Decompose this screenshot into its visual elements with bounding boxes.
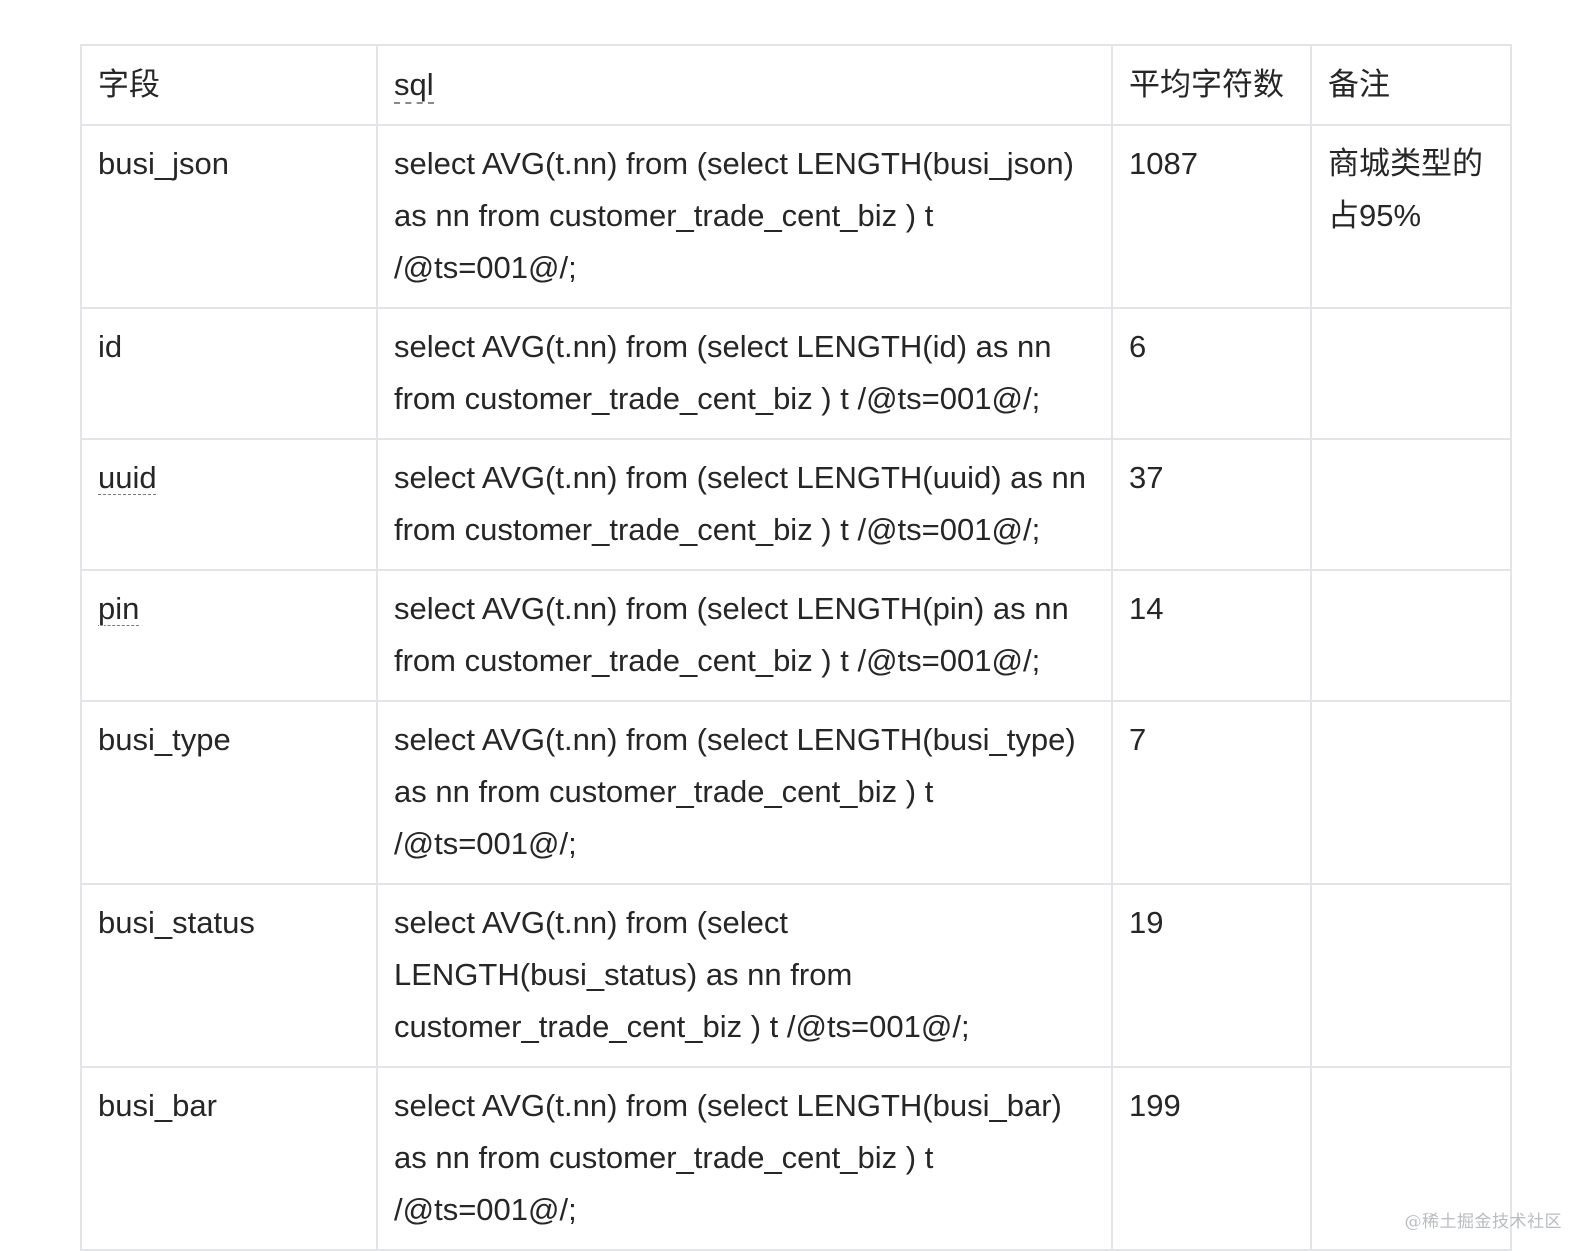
header-sql-label: sql [394, 67, 434, 104]
cell-sql: select AVG(t.nn) from (select LENGTH(bus… [376, 1066, 1113, 1251]
table-row: id select AVG(t.nn) from (select LENGTH(… [80, 307, 1512, 440]
table-header-row: 字段 sql 平均字符数 备注 [80, 44, 1512, 126]
cell-field: uuid [80, 438, 378, 571]
cell-field: busi_status [80, 883, 378, 1068]
cell-avg: 19 [1111, 883, 1312, 1068]
table-row: busi_json select AVG(t.nn) from (select … [80, 124, 1512, 309]
header-avg-chars: 平均字符数 [1111, 44, 1312, 126]
data-table-container: 字段 sql 平均字符数 备注 busi_json select AVG(t.n… [80, 44, 1512, 1251]
cell-note [1310, 569, 1512, 702]
cell-note [1310, 438, 1512, 571]
site-watermark: @稀土掘金技术社区 [1404, 1212, 1562, 1232]
field-length-table: 字段 sql 平均字符数 备注 busi_json select AVG(t.n… [80, 44, 1512, 1251]
cell-avg: 6 [1111, 307, 1312, 440]
cell-field: busi_json [80, 124, 378, 309]
cell-avg: 14 [1111, 569, 1312, 702]
cell-field: busi_bar [80, 1066, 378, 1251]
cell-sql: select AVG(t.nn) from (select LENGTH(uui… [376, 438, 1113, 571]
cell-avg: 199 [1111, 1066, 1312, 1251]
header-note: 备注 [1310, 44, 1512, 126]
cell-sql: select AVG(t.nn) from (select LENGTH(bus… [376, 883, 1113, 1068]
header-field: 字段 [80, 44, 378, 126]
cell-field-label: uuid [98, 460, 157, 495]
cell-field-label: pin [98, 591, 140, 626]
header-sql: sql [376, 44, 1113, 126]
cell-note [1310, 883, 1512, 1068]
cell-sql: select AVG(t.nn) from (select LENGTH(bus… [376, 700, 1113, 885]
cell-sql: select AVG(t.nn) from (select LENGTH(bus… [376, 124, 1113, 309]
table-row: uuid select AVG(t.nn) from (select LENGT… [80, 438, 1512, 571]
cell-avg: 1087 [1111, 124, 1312, 309]
cell-note: 商城类型的占95% [1310, 124, 1512, 309]
cell-avg: 37 [1111, 438, 1312, 571]
table-row: pin select AVG(t.nn) from (select LENGTH… [80, 569, 1512, 702]
cell-note [1310, 307, 1512, 440]
cell-sql: select AVG(t.nn) from (select LENGTH(pin… [376, 569, 1113, 702]
table-row: busi_status select AVG(t.nn) from (selec… [80, 883, 1512, 1068]
table-row: busi_type select AVG(t.nn) from (select … [80, 700, 1512, 885]
cell-avg: 7 [1111, 700, 1312, 885]
cell-sql: select AVG(t.nn) from (select LENGTH(id)… [376, 307, 1113, 440]
cell-note [1310, 700, 1512, 885]
cell-field: id [80, 307, 378, 440]
cell-field: pin [80, 569, 378, 702]
cell-field: busi_type [80, 700, 378, 885]
table-row: busi_bar select AVG(t.nn) from (select L… [80, 1066, 1512, 1251]
